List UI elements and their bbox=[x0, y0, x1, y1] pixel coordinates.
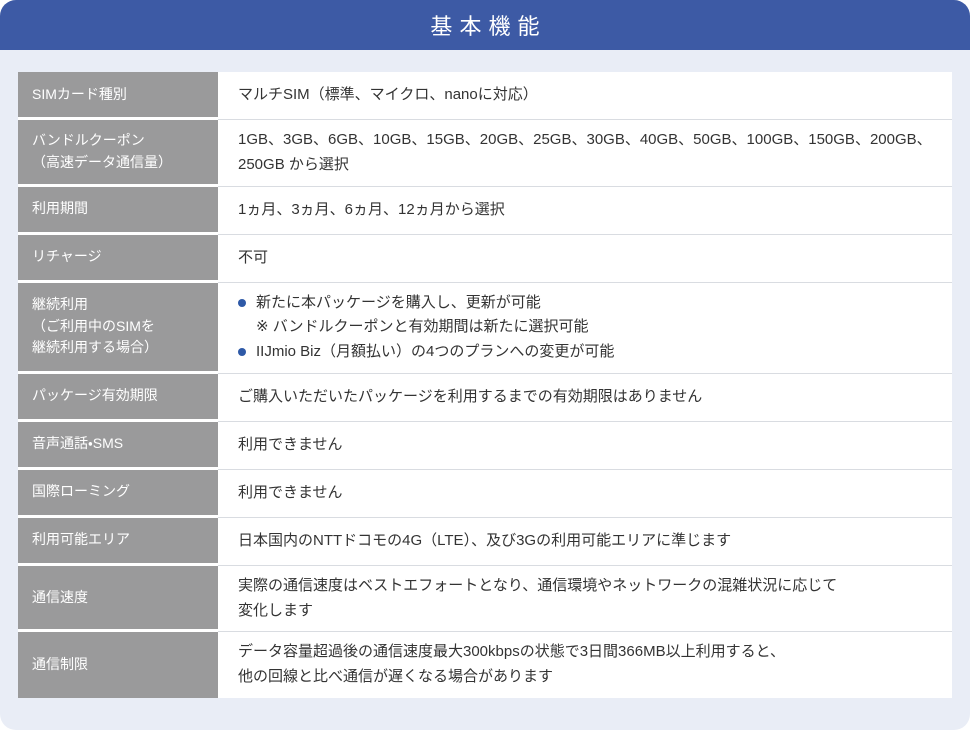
table-row: バンドルクーポン（高速データ通信量） 1GB、3GB、6GB、10GB、15GB、… bbox=[18, 120, 952, 187]
table-row: 国際ローミング 利用できません bbox=[18, 470, 952, 518]
value-line: 変化します bbox=[238, 599, 936, 624]
row-label: 音声通話・SMS bbox=[18, 422, 218, 470]
value-line: 他の回線と比べ通信が遅くなる場合があります bbox=[238, 665, 936, 690]
label-line: 通信速度 bbox=[32, 587, 210, 609]
table-row: 利用可能エリア 日本国内のNTTドコモの4G（LTE）、及び3Gの利用可能エリアに… bbox=[18, 518, 952, 566]
label-line: パッケージ有効期限 bbox=[32, 385, 210, 407]
row-label: リチャージ bbox=[18, 235, 218, 283]
bullet-item: IIJmio Biz（月額払い）の4つのプランへの変更が可能 bbox=[238, 340, 936, 365]
row-label: 継続利用（ご利用中のSIMを継続利用する場合） bbox=[18, 283, 218, 374]
row-value: 1GB、3GB、6GB、10GB、15GB、20GB、25GB、30GB、40G… bbox=[218, 120, 952, 187]
label-line: SIMカード種別 bbox=[32, 84, 210, 106]
label-line: 利用期間 bbox=[32, 198, 210, 220]
value-line: 利用できません bbox=[238, 433, 936, 458]
label-line: 国際ローミング bbox=[32, 481, 210, 503]
row-label: 国際ローミング bbox=[18, 470, 218, 518]
table-row: 利用期間 1ヵ月、3ヵ月、6ヵ月、12ヵ月から選択 bbox=[18, 187, 952, 235]
label-line: 通信制限 bbox=[32, 654, 210, 676]
row-value: マルチSIM（標準、マイクロ、nanoに対応） bbox=[218, 72, 952, 120]
row-value: 不可 bbox=[218, 235, 952, 283]
bullet-dot-icon bbox=[238, 299, 246, 307]
label-line: バンドルクーポン bbox=[32, 130, 210, 152]
spec-table: SIMカード種別マルチSIM（標準、マイクロ、nanoに対応）バンドルクーポン（… bbox=[18, 72, 952, 698]
value-line: 実際の通信速度はベストエフォートとなり、通信環境やネットワークの混雑状況に応じて bbox=[238, 574, 936, 599]
table-row: 音声通話・SMS 利用できません bbox=[18, 422, 952, 470]
row-value: 利用できません bbox=[218, 470, 952, 518]
section-header: 基本機能 bbox=[0, 0, 970, 50]
value-line: 1ヵ月、3ヵ月、6ヵ月、12ヵ月から選択 bbox=[238, 198, 936, 223]
page-title: 基本機能 bbox=[430, 9, 546, 41]
bullet-text: 新たに本パッケージを購入し、更新が可能 bbox=[256, 291, 541, 316]
value-line: 日本国内のNTTドコモの4G（LTE）、及び3Gの利用可能エリアに準じます bbox=[238, 529, 936, 554]
label-line: 音声通話・SMS bbox=[32, 433, 210, 455]
row-value: 利用できません bbox=[218, 422, 952, 470]
row-label: 利用可能エリア bbox=[18, 518, 218, 566]
row-label: バンドルクーポン（高速データ通信量） bbox=[18, 120, 218, 187]
row-label: 通信制限 bbox=[18, 632, 218, 698]
table-row: SIMカード種別 マルチSIM（標準、マイクロ、nanoに対応） bbox=[18, 72, 952, 120]
bullet-list: 新たに本パッケージを購入し、更新が可能※ バンドルクーポンと有効期間は新たに選択… bbox=[238, 291, 936, 365]
row-label: 利用期間 bbox=[18, 187, 218, 235]
label-line: リチャージ bbox=[32, 246, 210, 268]
label-line: （高速データ通信量） bbox=[32, 152, 210, 174]
table-row: リチャージ 不可 bbox=[18, 235, 952, 283]
value-line: 不可 bbox=[238, 246, 936, 271]
row-label: パッケージ有効期限 bbox=[18, 374, 218, 422]
row-value: 日本国内のNTTドコモの4G（LTE）、及び3Gの利用可能エリアに準じます bbox=[218, 518, 952, 566]
row-value: 1ヵ月、3ヵ月、6ヵ月、12ヵ月から選択 bbox=[218, 187, 952, 235]
value-line: 250GB から選択 bbox=[238, 153, 936, 178]
row-value: 実際の通信速度はベストエフォートとなり、通信環境やネットワークの混雑状況に応じて… bbox=[218, 566, 952, 633]
table-row: パッケージ有効期限 ご購入いただいたパッケージを利用するまでの有効期限はありません bbox=[18, 374, 952, 422]
label-line: 継続利用する場合） bbox=[32, 337, 210, 359]
row-value: データ容量超過後の通信速度最大300kbpsの状態で3日間366MB以上利用する… bbox=[218, 632, 952, 698]
table-row: 通信速度実際の通信速度はベストエフォートとなり、通信環境やネットワークの混雑状況… bbox=[18, 566, 952, 633]
feature-panel: 基本機能 SIMカード種別 マルチSIM（標準、マイクロ、nanoに対応） バンドル… bbox=[0, 0, 970, 730]
row-label: 通信速度 bbox=[18, 566, 218, 633]
value-line: 利用できません bbox=[238, 481, 936, 506]
table-row: 通信制限 データ容量超過後の通信速度最大300kbpsの状態で3日間366MB以上… bbox=[18, 632, 952, 698]
row-value: 新たに本パッケージを購入し、更新が可能※ バンドルクーポンと有効期間は新たに選択… bbox=[218, 283, 952, 374]
value-line: マルチSIM（標準、マイクロ、nanoに対応） bbox=[238, 83, 936, 108]
value-line: ご購入いただいたパッケージを利用するまでの有効期限はありません bbox=[238, 385, 936, 410]
bullet-dot-icon bbox=[238, 348, 246, 356]
value-line: データ容量超過後の通信速度最大300kbpsの状態で3日間366MB以上利用する… bbox=[238, 640, 936, 665]
value-line: 1GB、3GB、6GB、10GB、15GB、20GB、25GB、30GB、40G… bbox=[238, 128, 936, 153]
label-line: （ご利用中のSIMを bbox=[32, 316, 210, 338]
row-value: ご購入いただいたパッケージを利用するまでの有効期限はありません bbox=[218, 374, 952, 422]
label-line: 継続利用 bbox=[32, 294, 210, 316]
row-label: SIMカード種別 bbox=[18, 72, 218, 120]
label-line: 利用可能エリア bbox=[32, 529, 210, 551]
bullet-note: ※ バンドルクーポンと有効期間は新たに選択可能 bbox=[238, 315, 936, 340]
bullet-item: 新たに本パッケージを購入し、更新が可能 bbox=[238, 291, 936, 316]
table-row: 継続利用（ご利用中のSIMを継続利用する場合） 新たに本パッケージを購入し、更新が… bbox=[18, 283, 952, 374]
bullet-text: IIJmio Biz（月額払い）の4つのプランへの変更が可能 bbox=[256, 340, 614, 365]
